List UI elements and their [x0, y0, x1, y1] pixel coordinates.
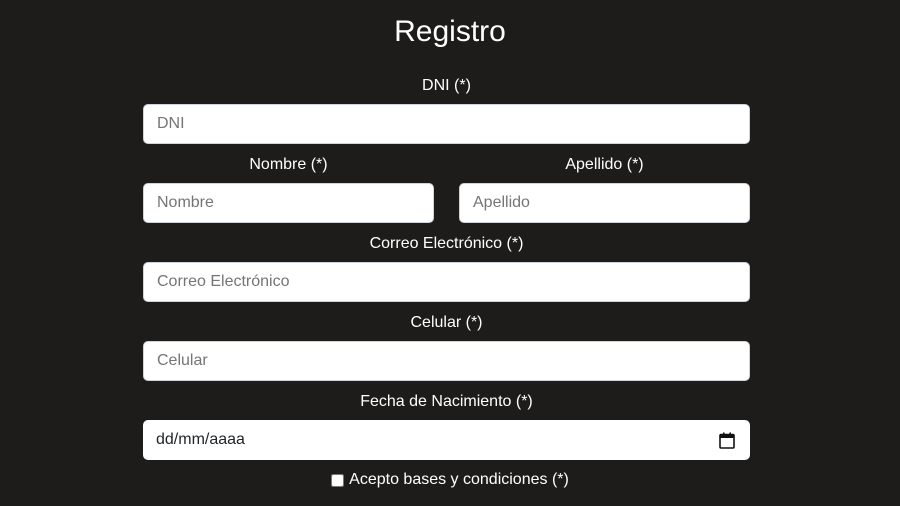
email-input[interactable]	[143, 262, 750, 302]
calendar-icon[interactable]	[718, 431, 736, 449]
celular-label: Celular (*)	[410, 314, 483, 331]
dni-input[interactable]	[143, 104, 750, 144]
terms-checkbox[interactable]	[331, 473, 345, 487]
celular-input[interactable]	[143, 341, 750, 381]
terms-label: Acepto bases y condiciones (*)	[349, 471, 569, 488]
page-title: Registro	[394, 15, 506, 48]
dni-label: DNI (*)	[422, 77, 471, 94]
fecha-label: Fecha de Nacimiento (*)	[360, 393, 533, 410]
correo-label: Correo Electrónico (*)	[369, 235, 524, 252]
birthdate-input[interactable]: dd/mm/aaaa	[143, 420, 750, 460]
apellido-label: Apellido (*)	[565, 156, 644, 173]
apellido-input[interactable]	[459, 183, 750, 223]
nombre-input[interactable]	[143, 183, 434, 223]
terms-row: Acepto bases y condiciones (*)	[0, 470, 900, 490]
birthdate-placeholder: dd/mm/aaaa	[156, 431, 245, 448]
nombre-label: Nombre (*)	[249, 156, 328, 173]
